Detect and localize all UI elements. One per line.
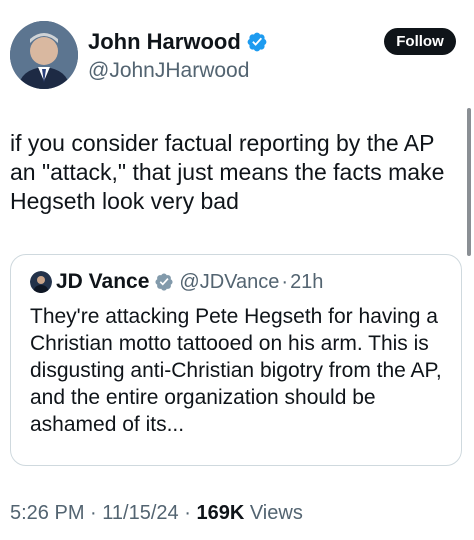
views-label: Views bbox=[249, 502, 303, 524]
tweet-date[interactable]: 11/15/24 bbox=[102, 502, 178, 524]
author-name-row: John Harwood bbox=[88, 27, 268, 57]
meta-separator: · bbox=[90, 502, 97, 524]
quoted-author-avatar-image bbox=[30, 271, 52, 293]
tweet-time[interactable]: 5:26 PM bbox=[10, 502, 84, 524]
views-count: 169K bbox=[196, 502, 245, 524]
quoted-author-avatar[interactable] bbox=[30, 271, 52, 293]
author-avatar-image bbox=[10, 21, 78, 89]
quoted-timestamp[interactable]: 21h bbox=[290, 271, 323, 294]
tweet-text: if you consider factual reporting by the… bbox=[10, 130, 445, 214]
meta-separator: · bbox=[184, 502, 191, 524]
follow-button[interactable]: Follow bbox=[384, 28, 456, 55]
quoted-tweet-text: They're attacking Pete Hegseth for havin… bbox=[30, 305, 442, 436]
author-handle[interactable]: @JohnJHarwood bbox=[88, 57, 249, 85]
quoted-author-name[interactable]: JD Vance bbox=[56, 270, 149, 294]
author-avatar[interactable] bbox=[10, 21, 78, 89]
quoted-author-handle[interactable]: @JDVance bbox=[179, 271, 279, 294]
scrollbar[interactable] bbox=[467, 108, 471, 256]
quoted-tweet-card[interactable]: JD Vance @JDVance · 21h They're attackin… bbox=[10, 254, 462, 466]
government-badge-icon bbox=[155, 273, 173, 291]
quoted-separator: · bbox=[281, 270, 289, 293]
quoted-tweet-header: JD Vance @JDVance · 21h bbox=[30, 267, 323, 297]
author-display-name[interactable]: John Harwood bbox=[88, 27, 241, 57]
verified-badge-icon bbox=[247, 32, 267, 52]
tweet-meta: 5:26 PM · 11/15/24 · 169K Views bbox=[10, 499, 303, 527]
